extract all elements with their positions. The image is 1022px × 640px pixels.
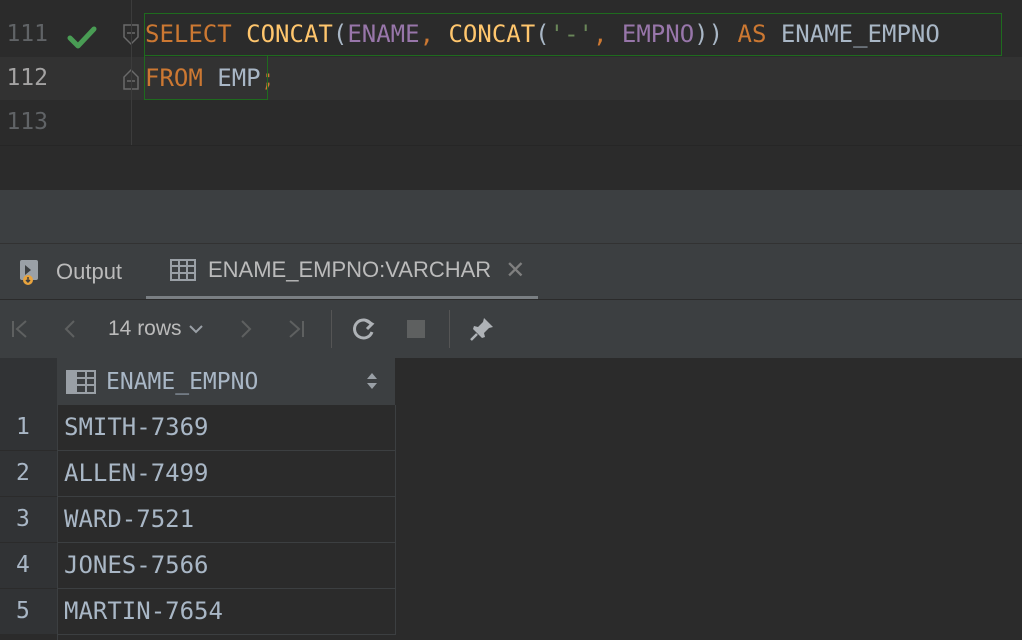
check-icon (67, 26, 97, 49)
tab-label: Output (56, 259, 123, 284)
table-cell[interactable]: JONES-7566 (58, 543, 396, 589)
results-tab-bar: Output ENAME_EMPNO:VARCHAR ✕ (0, 243, 1022, 300)
editor-empty-area (0, 145, 1022, 191)
output-console-icon (18, 258, 44, 286)
row-number: 1 (0, 405, 57, 450)
column-icon (66, 369, 96, 394)
prev-page-icon[interactable] (56, 312, 84, 346)
line-number: 111 (6, 21, 48, 47)
toolbar-separator (449, 310, 450, 348)
column-name: ENAME_EMPNO (106, 368, 259, 395)
table-row[interactable]: 2 ALLEN-7499 (0, 451, 396, 497)
next-page-icon[interactable] (232, 312, 260, 346)
alias-ename-empno: ENAME_EMPNO (780, 20, 940, 48)
row-number: 2 (0, 451, 57, 496)
line-number: 113 (6, 109, 48, 135)
first-page-icon[interactable] (6, 312, 34, 346)
table-cell[interactable]: SMITH-7369 (58, 405, 396, 451)
column-header-ename-empno[interactable]: ENAME_EMPNO (58, 358, 395, 405)
paren: )) (694, 20, 724, 48)
close-icon[interactable]: ✕ (505, 256, 525, 285)
last-page-icon[interactable] (282, 312, 310, 346)
line-number: 112 (6, 65, 48, 91)
comma: , (592, 20, 622, 48)
panel-divider (0, 190, 1022, 243)
gutter-divider (131, 0, 132, 145)
tab-label: ENAME_EMPNO:VARCHAR (208, 257, 492, 282)
paren: ( (332, 20, 348, 48)
rows-count-label: 14 rows (108, 317, 182, 340)
keyword-as: AS (737, 20, 767, 48)
paren: ( (535, 20, 550, 48)
editor-line-111[interactable]: 111 SELECT CONCAT(ENAME, CONCAT('-', EMP… (0, 13, 1022, 56)
function-concat: CONCAT (448, 20, 536, 48)
code-line[interactable]: FROM EMP; (145, 57, 275, 100)
keyword-select: SELECT (145, 20, 232, 48)
pin-icon[interactable] (466, 312, 498, 346)
keyword-from: FROM (145, 64, 203, 92)
code-line[interactable]: SELECT CONCAT(ENAME, CONCAT('-', EMPNO))… (145, 13, 940, 56)
editor-line-113[interactable]: 113 (0, 101, 1022, 144)
table-row[interactable]: 4 JONES-7566 (0, 543, 396, 589)
table-row[interactable]: 3 WARD-7521 (0, 497, 396, 543)
string-literal: '-' (549, 20, 593, 48)
table-emp: EMP (217, 64, 261, 92)
table-cell[interactable]: WARD-7521 (58, 497, 396, 543)
sql-editor[interactable]: 111 SELECT CONCAT(ENAME, CONCAT('-', EMP… (0, 0, 1022, 145)
function-concat: CONCAT (246, 20, 333, 48)
chevron-down-icon (188, 325, 203, 334)
editor-line-112[interactable]: 112 FROM EMP; (0, 57, 1022, 100)
table-cell[interactable]: ALLEN-7499 (58, 451, 396, 497)
row-number: 3 (0, 497, 57, 542)
column-empno: EMPNO (621, 20, 695, 48)
tab-ename-empno-varchar[interactable]: ENAME_EMPNO:VARCHAR ✕ (146, 244, 538, 300)
comma: , (419, 20, 449, 48)
semicolon: ; (260, 64, 276, 92)
results-grid[interactable]: ENAME_EMPNO 1 SMITH-7369 2 ALLEN-7499 3 … (0, 358, 1022, 640)
row-number: 5 (0, 589, 57, 634)
stop-icon[interactable] (402, 312, 430, 346)
results-toolbar: 14 rows (0, 299, 1022, 359)
column-ename: ENAME (347, 20, 420, 48)
table-row[interactable]: 1 SMITH-7369 (0, 405, 396, 451)
row-number: 4 (0, 543, 57, 588)
table-cell[interactable]: MARTIN-7654 (58, 589, 396, 635)
table-grid-icon (170, 259, 196, 281)
refresh-icon[interactable] (348, 312, 380, 346)
tab-output[interactable]: Output (18, 244, 122, 300)
row-number-divider (57, 358, 58, 640)
toolbar-separator (331, 310, 332, 348)
sort-icon[interactable] (365, 371, 379, 391)
row-number-header (0, 358, 57, 405)
table-row[interactable]: 5 MARTIN-7654 (0, 589, 396, 635)
rows-count-dropdown[interactable]: 14 rows (108, 312, 218, 346)
